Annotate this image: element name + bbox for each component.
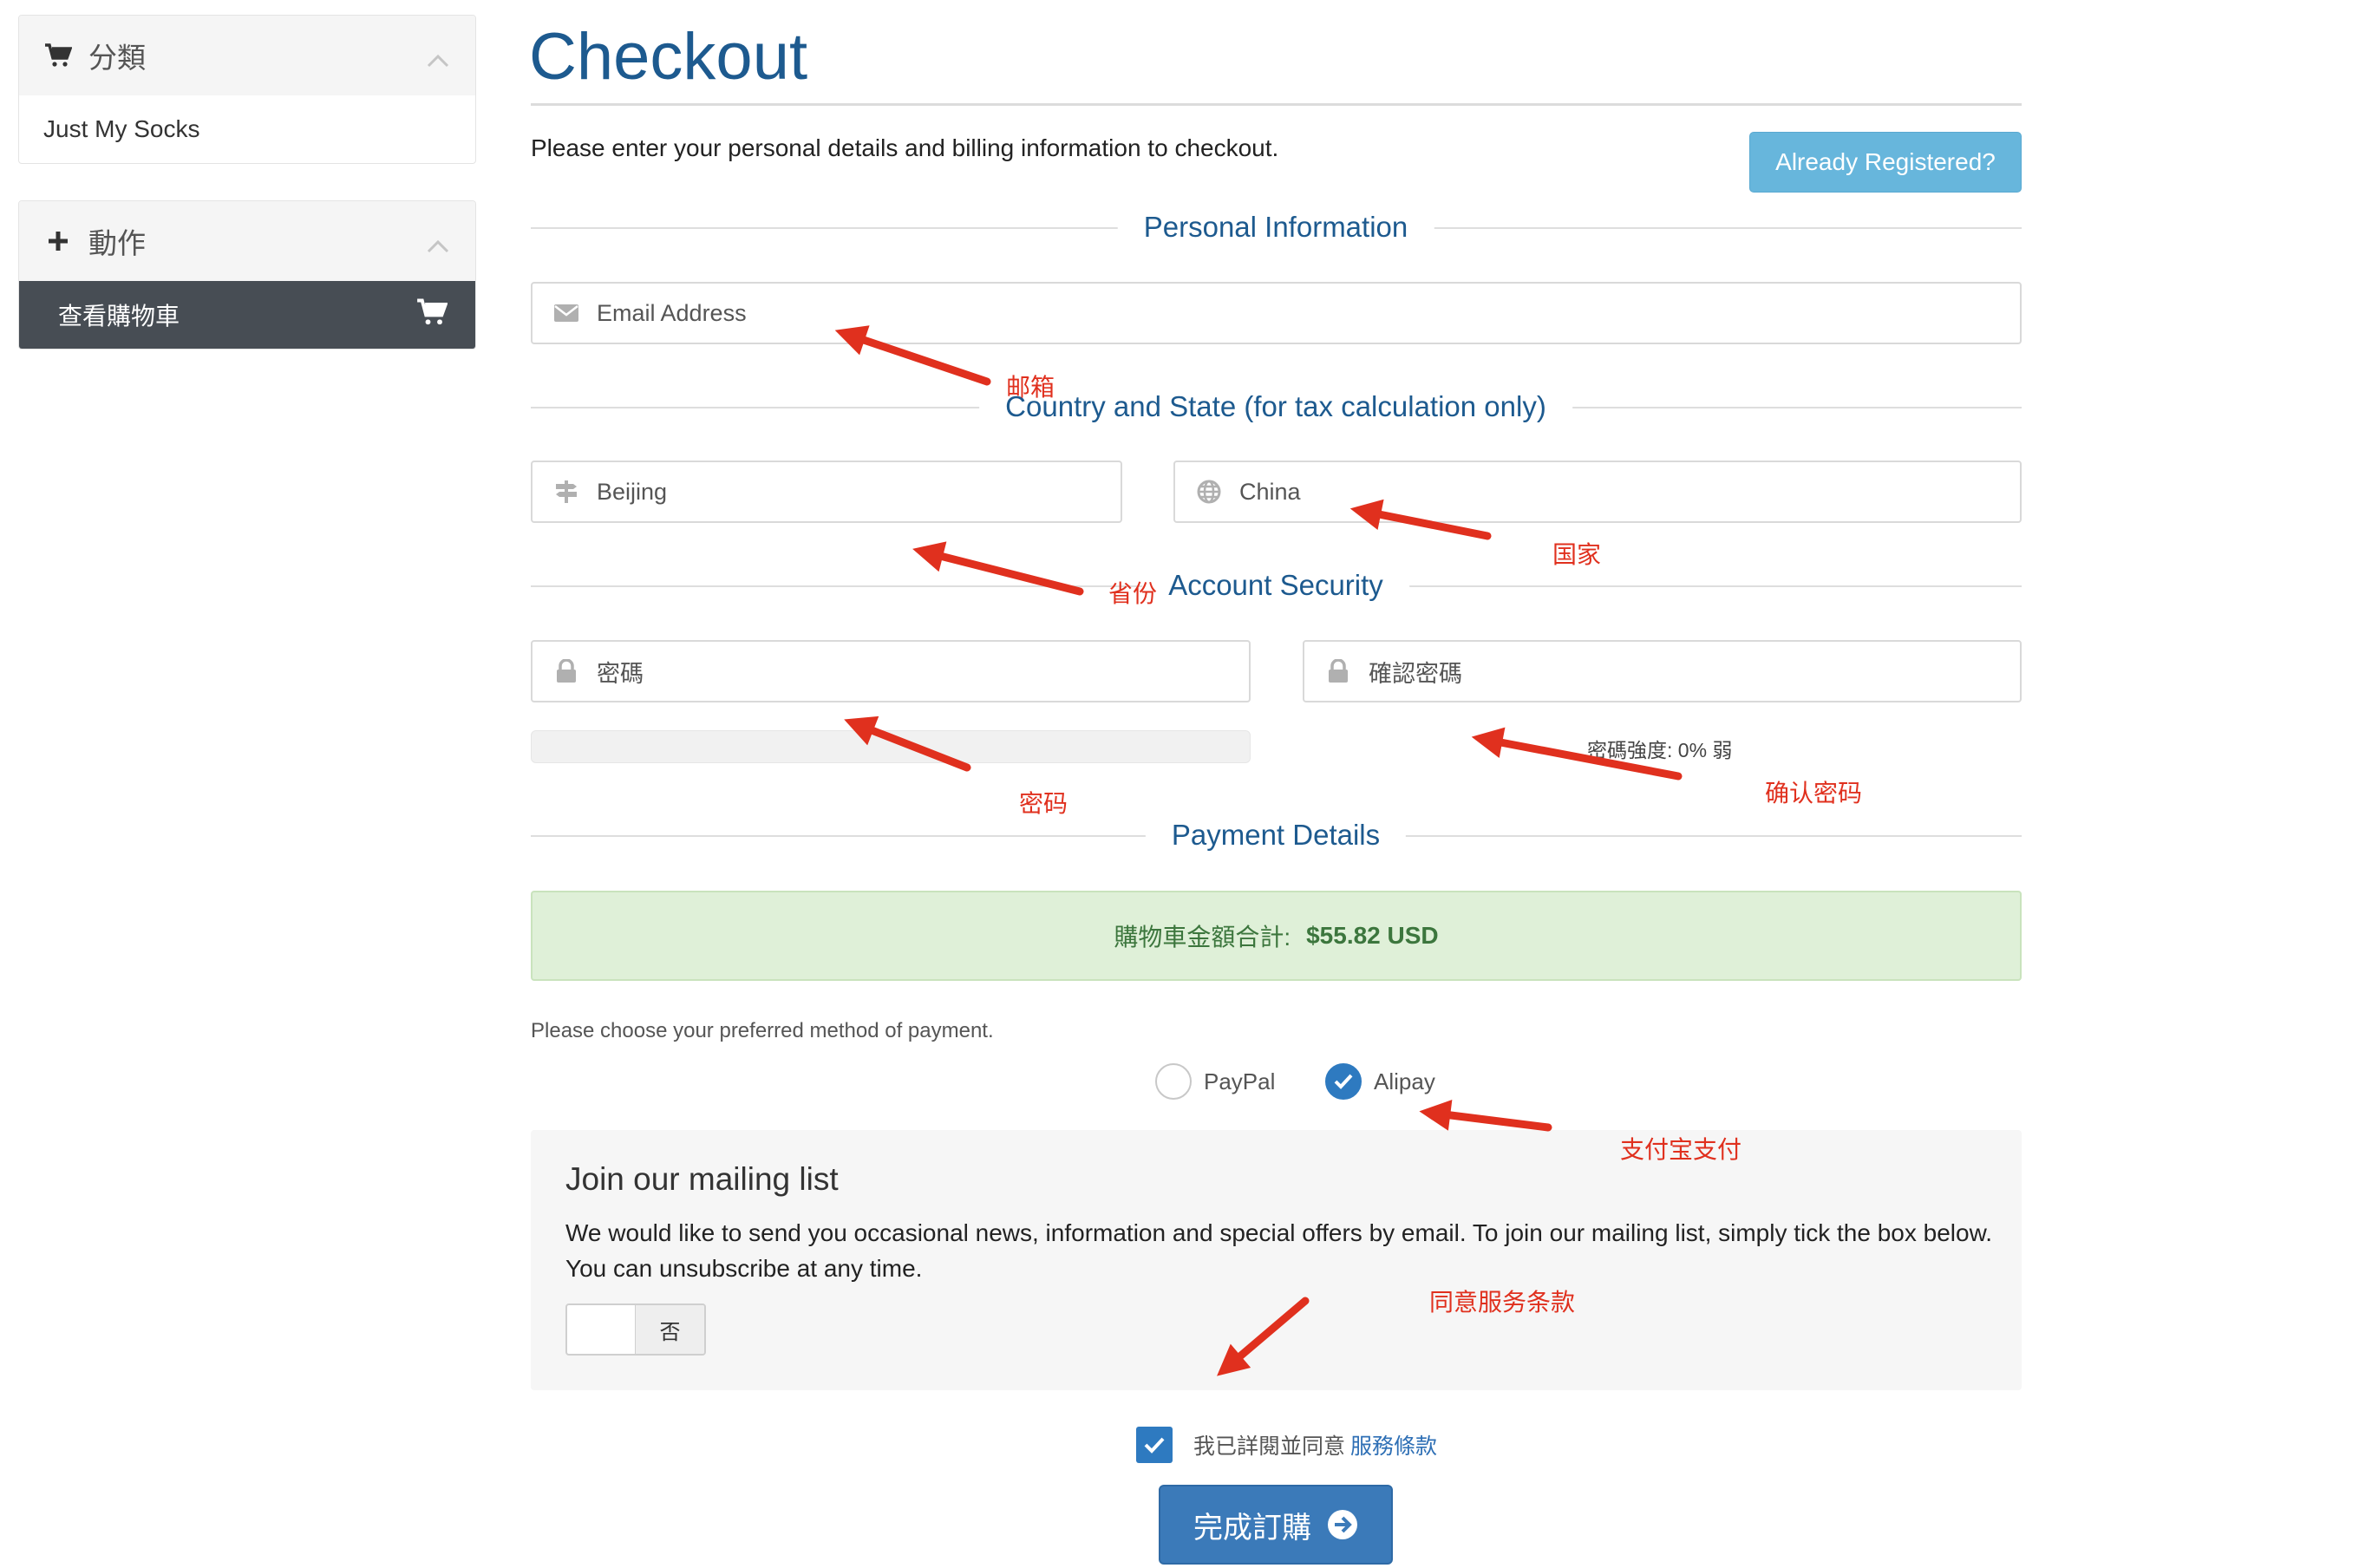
arrow-password xyxy=(844,715,971,772)
arrow-country xyxy=(1349,499,1492,540)
annotation-password: 密码 xyxy=(1019,790,1068,817)
arrow-alipay xyxy=(1419,1100,1552,1132)
annotation-confirm-password: 确认密码 xyxy=(1765,780,1863,807)
arrow-confirm-password xyxy=(1471,727,1683,781)
annotation-province: 省份 xyxy=(1108,580,1158,607)
annotation-alipay: 支付宝支付 xyxy=(1620,1136,1742,1163)
arrow-agree-terms xyxy=(1217,1297,1310,1376)
annotation-arrows xyxy=(834,325,1683,1376)
annotation-agree-terms: 同意服务条款 xyxy=(1429,1289,1576,1316)
annotation-country: 国家 xyxy=(1552,541,1602,568)
arrow-province xyxy=(912,541,1084,596)
annotation-email: 邮箱 xyxy=(1006,374,1055,401)
arrow-email xyxy=(834,325,991,386)
